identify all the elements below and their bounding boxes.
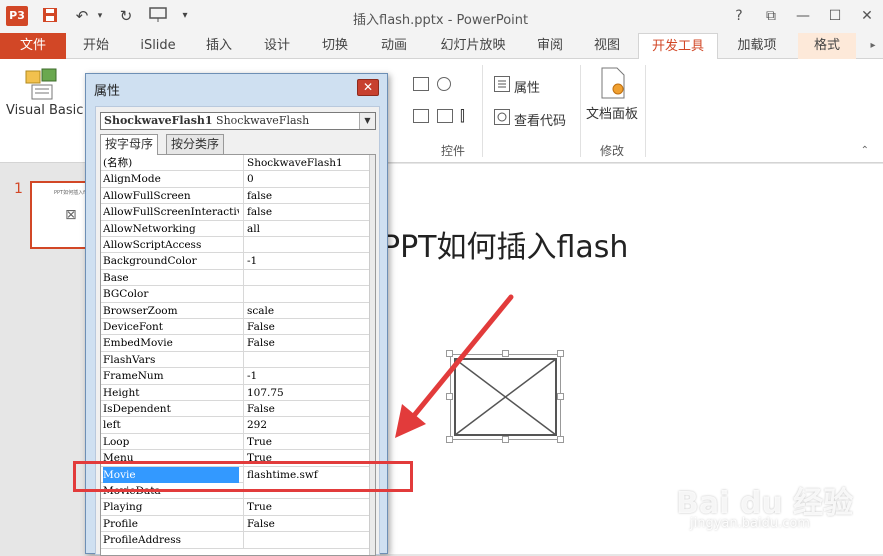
tab-alphabetic[interactable]: 按字母序: [100, 134, 159, 155]
annotation-arrow-icon: [395, 294, 514, 438]
baidu-watermark-url: jingyan.baidu.com: [690, 516, 810, 531]
